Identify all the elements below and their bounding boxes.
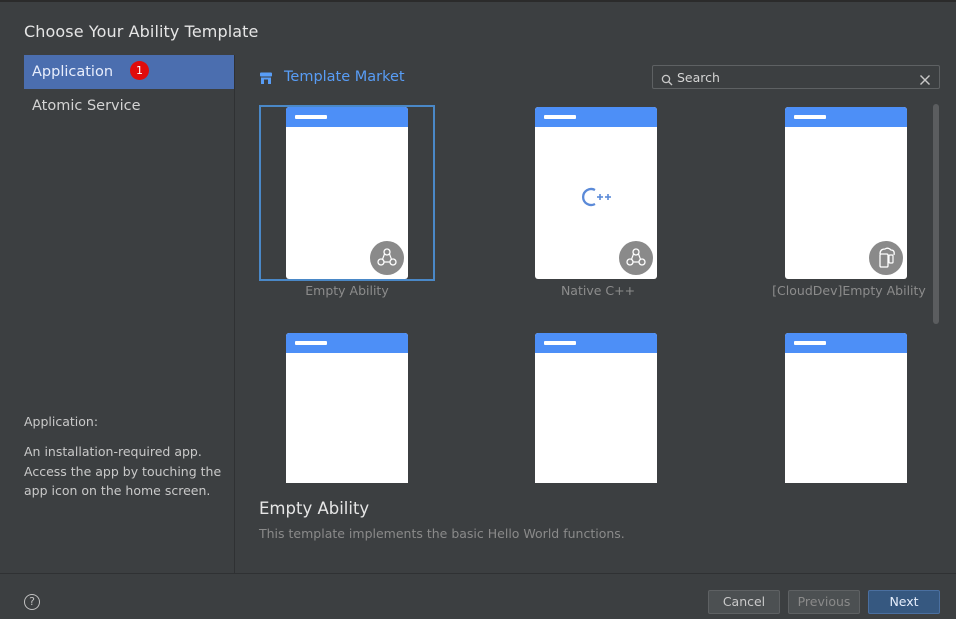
selected-template-description: This template implements the basic Hello… xyxy=(259,526,625,541)
dialog-title: Choose Your Ability Template xyxy=(24,22,259,41)
template-market-label: Template Market xyxy=(284,69,405,85)
phone-header xyxy=(535,107,657,127)
phone-preview xyxy=(286,107,408,279)
search-input[interactable] xyxy=(677,68,907,86)
phone-preview xyxy=(535,107,657,279)
ability-icon xyxy=(370,241,404,275)
phone-header xyxy=(535,333,657,353)
template-card[interactable] xyxy=(510,333,686,483)
template-market-link[interactable]: Template Market xyxy=(259,66,405,88)
cpp-icon xyxy=(579,183,615,211)
template-card-label: [CloudDev]Empty Ability xyxy=(772,283,926,298)
template-card[interactable] xyxy=(259,333,435,483)
phone-preview xyxy=(535,333,657,483)
clear-search-icon[interactable] xyxy=(919,71,931,85)
template-card-empty-ability[interactable]: Empty Ability xyxy=(259,105,435,298)
phone-header xyxy=(785,107,907,127)
sidebar-item-label: Application xyxy=(32,64,114,80)
previous-button[interactable]: Previous xyxy=(788,590,860,614)
sidebar-item-label: Atomic Service xyxy=(32,98,141,114)
search-box xyxy=(652,65,940,89)
template-card-clouddev-empty-ability[interactable]: [CloudDev]Empty Ability xyxy=(760,107,936,298)
sidebar-item-atomic-service[interactable]: Atomic Service xyxy=(24,89,234,123)
search-icon xyxy=(661,71,673,86)
sidebar-item-application[interactable]: Application 1 xyxy=(24,55,234,89)
cloud-device-icon xyxy=(869,241,903,275)
question-icon[interactable]: ? xyxy=(24,594,40,610)
top-edge xyxy=(0,0,956,2)
selected-template-title: Empty Ability xyxy=(259,499,370,518)
phone-preview xyxy=(785,333,907,483)
store-icon xyxy=(259,70,273,84)
cancel-button[interactable]: Cancel xyxy=(708,590,780,614)
ability-icon xyxy=(619,241,653,275)
notification-badge: 1 xyxy=(130,61,149,80)
template-grid: Empty Ability Native C++ [CloudDev]Empty… xyxy=(235,97,941,483)
phone-header xyxy=(286,333,408,353)
phone-header xyxy=(785,333,907,353)
phone-header xyxy=(286,107,408,127)
template-card[interactable] xyxy=(760,333,936,483)
sidebar-description-body: An installation-required app. Access the… xyxy=(24,444,222,498)
template-card-native-cpp[interactable]: Native C++ xyxy=(510,107,686,298)
phone-preview xyxy=(785,107,907,279)
sidebar-description-title: Application: xyxy=(24,414,99,429)
phone-preview xyxy=(286,333,408,483)
template-card-label: Empty Ability xyxy=(305,283,389,298)
next-button[interactable]: Next xyxy=(868,590,940,614)
footer-divider xyxy=(0,573,956,574)
vertical-scrollbar[interactable] xyxy=(933,104,939,324)
template-card-label: Native C++ xyxy=(560,283,636,298)
